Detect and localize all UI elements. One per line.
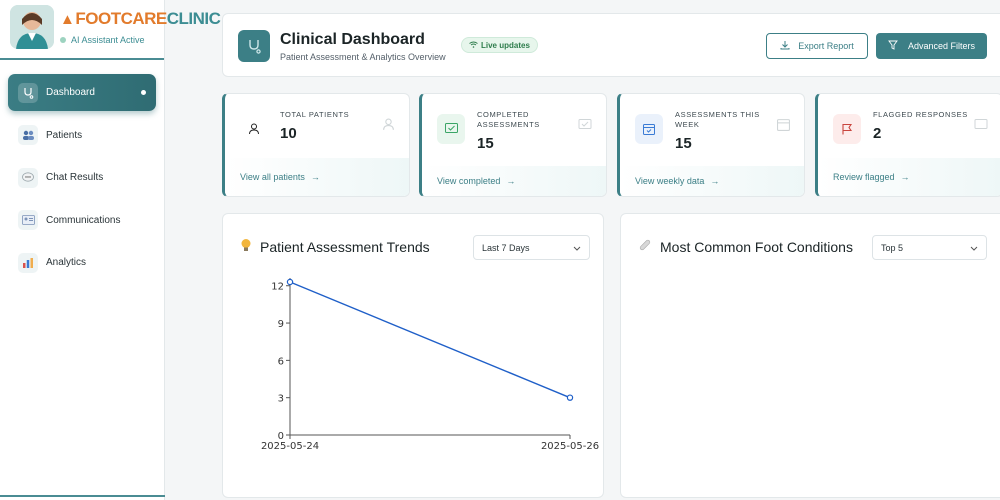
arrow-right-icon: → (506, 176, 516, 186)
stat-card-flagged-responses: FLAGGED RESPONSES 2 Review flagged → (815, 93, 1000, 197)
export-report-label: Export Report (798, 41, 854, 51)
view-weekly-data-link[interactable]: View weekly data → (620, 166, 804, 196)
sidebar-item-chat-results[interactable]: Chat Results (8, 159, 156, 196)
y-tick-label: 6 (278, 356, 284, 367)
bar-chart-icon (18, 252, 38, 273)
assistant-avatar (10, 5, 54, 49)
stat-label: FLAGGED RESPONSES (873, 110, 968, 119)
stat-value: 2 (873, 125, 882, 142)
stat-link-label: View weekly data (635, 176, 705, 186)
check-message-icon (437, 114, 465, 144)
lightbulb-icon (240, 238, 252, 256)
stat-card-completed-assessments: COMPLETED ASSESSMENTS 15 View completed … (419, 93, 607, 197)
y-tick-label: 12 (271, 282, 284, 293)
data-point (286, 278, 294, 286)
view-all-patients-link[interactable]: View all patients → (225, 158, 409, 196)
stat-label: ASSESSMENTS THIS WEEK (675, 110, 760, 129)
trends-title: Patient Assessment Trends (260, 239, 430, 255)
top-n-value: Top 5 (881, 242, 904, 253)
stat-link-label: View all patients (240, 172, 305, 182)
flag-icon (833, 114, 861, 144)
stat-value: 15 (477, 135, 494, 152)
live-badge-label: Live updates (481, 40, 530, 50)
stat-link-label: View completed (437, 176, 501, 186)
advanced-filters-button[interactable]: Advanced Filters (876, 33, 987, 59)
sidebar-item-label: Patients (46, 129, 83, 141)
chevron-down-icon (573, 243, 581, 253)
panel-title: Patient Assessment Trends (240, 238, 430, 256)
ai-status: AI Assistant Active (60, 35, 145, 45)
trend-line-chart: 0369122025-05-24 2025-05-26 (261, 278, 599, 452)
top-n-select[interactable]: Top 5 (872, 235, 987, 260)
assessment-trends-panel: Patient Assessment Trends Last 7 Days 03… (222, 213, 604, 498)
arrow-right-icon: → (310, 172, 320, 182)
sidebar-item-label: Communications (46, 214, 121, 226)
page-title: Clinical Dashboard (280, 31, 425, 48)
stat-card-total-patients: TOTAL PATIENTS 10 View all patients → (222, 93, 410, 197)
users-icon (18, 125, 38, 145)
export-report-button[interactable]: Export Report (766, 33, 868, 59)
bandage-icon (638, 238, 652, 255)
user-icon (240, 114, 268, 144)
page-subtitle: Patient Assessment & Analytics Overview (280, 52, 446, 62)
conditions-title: Most Common Foot Conditions (660, 238, 853, 255)
stethoscope-icon (18, 82, 38, 103)
sidebar-item-communications[interactable]: Communications (8, 202, 156, 239)
download-icon (780, 40, 790, 52)
id-card-icon (18, 210, 38, 230)
review-flagged-link[interactable]: Review flagged → (818, 158, 1000, 196)
flag-message-icon (974, 118, 988, 136)
ai-status-label: AI Assistant Active (71, 35, 145, 45)
advanced-filters-label: Advanced Filters (907, 41, 976, 51)
stat-label: COMPLETED ASSESSMENTS (477, 110, 540, 129)
sidebar-bottom-divider (0, 495, 165, 497)
sidebar-item-analytics[interactable]: Analytics (8, 244, 156, 281)
sidebar-nav: Dashboard Patients Chat Results Communic… (8, 74, 156, 287)
foot-conditions-panel: Most Common Foot Conditions Top 5 (620, 213, 1000, 498)
filter-icon (888, 40, 898, 52)
user-icon (382, 118, 395, 136)
stethoscope-icon (238, 30, 270, 62)
x-tick-label: 2025-05-26 (541, 441, 599, 452)
calendar-check-icon (777, 118, 790, 136)
calendar-check-icon (635, 114, 663, 144)
date-range-value: Last 7 Days (482, 242, 530, 253)
page-header: Clinical Dashboard Patient Assessment & … (222, 13, 1000, 77)
sidebar-item-label: Chat Results (46, 172, 104, 183)
view-completed-link[interactable]: View completed → (422, 166, 606, 196)
sidebar-item-patients[interactable]: Patients (8, 117, 156, 154)
stat-card-assessments-this-week: ASSESSMENTS THIS WEEK 15 View weekly dat… (617, 93, 805, 197)
y-tick-label: 9 (278, 319, 284, 330)
active-indicator-icon (141, 90, 146, 95)
status-dot-icon (60, 37, 66, 43)
panel-title: Most Common Foot Conditions (638, 238, 853, 255)
check-message-icon (578, 118, 592, 136)
sidebar-item-label: Dashboard (46, 87, 95, 98)
sidebar: ▲FOOTCARECLINIC AI Assistant Active Dash… (0, 0, 221, 500)
wifi-icon (469, 41, 478, 50)
date-range-select[interactable]: Last 7 Days (473, 235, 590, 260)
data-point (566, 394, 574, 401)
stat-link-label: Review flagged (833, 172, 895, 182)
sidebar-item-dashboard[interactable]: Dashboard (8, 74, 156, 111)
footprint-icon: ▲ (60, 11, 75, 28)
live-updates-badge: Live updates (461, 37, 538, 53)
chevron-down-icon (970, 243, 978, 253)
stat-value: 10 (280, 125, 297, 142)
x-tick-label: 2025-05-24 (261, 441, 319, 452)
sidebar-item-label: Analytics (46, 257, 87, 268)
arrow-right-icon: → (710, 176, 720, 186)
stat-value: 15 (675, 135, 692, 152)
chat-bubble-icon (18, 167, 38, 188)
brand-logo: ▲FOOTCARECLINIC (60, 9, 221, 28)
series-line (289, 281, 571, 399)
y-tick-label: 3 (278, 394, 284, 405)
arrow-right-icon: → (900, 172, 910, 182)
stat-label: TOTAL PATIENTS (280, 110, 350, 119)
brand-header: ▲FOOTCARECLINIC AI Assistant Active (0, 0, 221, 60)
